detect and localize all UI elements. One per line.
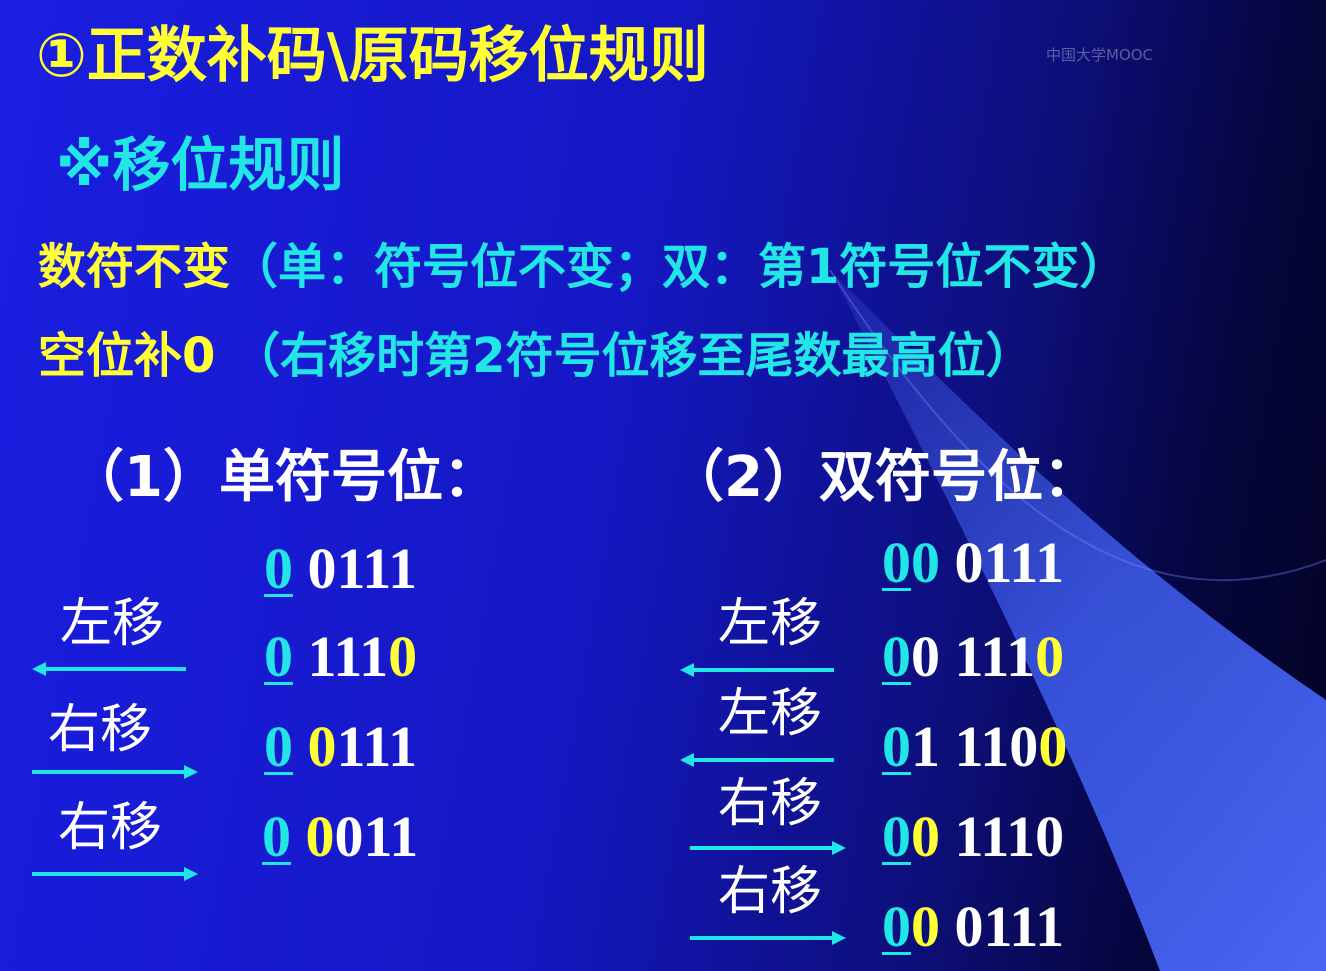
double-op-2-label: 右移 xyxy=(718,774,823,834)
fill-bit: 0 xyxy=(307,714,337,779)
value-bits: 110 xyxy=(954,714,1039,779)
fill-bit: 0 xyxy=(388,624,418,689)
rule-detail: （单：符号位不变；双：第1符号位不变） xyxy=(230,239,1128,295)
single-op-0-label: 左移 xyxy=(60,594,165,654)
rule-detail: （右移时第2符号位移至尾数最高位） xyxy=(232,328,1034,384)
single-op-2-label: 右移 xyxy=(58,798,163,858)
value-bits: 111 xyxy=(307,624,389,689)
sign-bit-2: 0 xyxy=(911,804,940,869)
sign-bit-2: 1 xyxy=(911,714,940,779)
double-row-0: 00 0111 xyxy=(882,534,1064,592)
sign-bit-1: 0 xyxy=(882,714,911,779)
sign-bit-2: 0 xyxy=(911,624,940,689)
right-arrow-icon xyxy=(690,841,846,855)
double-op-1-label: 左移 xyxy=(718,684,823,744)
right-arrow-icon xyxy=(690,931,846,945)
double-row-3: 00 1110 xyxy=(882,808,1064,866)
value-bits: 0111 xyxy=(307,536,418,601)
value-bits: 111 xyxy=(336,714,418,779)
watermark: 中国大学MOOC xyxy=(1046,46,1154,64)
double-row-4: 00 0111 xyxy=(882,898,1064,956)
value-bits: 1110 xyxy=(954,804,1065,869)
fill-bit: 0 xyxy=(305,804,335,869)
double-op-0-label: 左移 xyxy=(718,594,823,654)
left-arrow-icon xyxy=(680,753,834,767)
double-op-3-label: 右移 xyxy=(718,862,823,922)
left-arrow-icon xyxy=(32,662,186,676)
single-row-1: 0 1110 xyxy=(264,628,417,686)
sign-bit-1: 0 xyxy=(882,530,911,595)
right-arrow-icon xyxy=(32,867,198,881)
slide-subtitle: ※移位规则 xyxy=(56,131,345,199)
sign-bit: 0 xyxy=(264,714,293,779)
sign-bit-2: 0 xyxy=(911,894,940,959)
double-row-1: 00 1110 xyxy=(882,628,1064,686)
sign-bit-1: 0 xyxy=(882,894,911,959)
single-row-3: 0 0011 xyxy=(262,808,418,866)
single-op-1-label: 右移 xyxy=(48,700,153,760)
rule-fill-zero: 空位补0 （右移时第2符号位移至尾数最高位） xyxy=(38,332,1034,380)
value-bits: 0111 xyxy=(954,894,1065,959)
right-arrow-icon xyxy=(32,765,198,779)
sign-bit-2: 0 xyxy=(911,530,940,595)
double-row-2: 01 1100 xyxy=(882,718,1067,776)
value-bits: 011 xyxy=(334,804,419,869)
left-arrow-icon xyxy=(680,663,834,677)
rule-label: 空位补0 xyxy=(38,328,216,384)
single-row-0: 0 0111 xyxy=(264,540,417,598)
slide-title: ①正数补码\原码移位规则 xyxy=(36,21,709,91)
rule-sign-unchanged: 数符不变（单：符号位不变；双：第1符号位不变） xyxy=(38,243,1127,291)
fill-bit: 0 xyxy=(1038,714,1068,779)
sign-bit: 0 xyxy=(262,804,291,869)
sign-bit-1: 0 xyxy=(882,804,911,869)
value-bits: 111 xyxy=(954,624,1036,689)
single-sign-heading: （1）单符号位： xyxy=(68,445,499,510)
sign-bit: 0 xyxy=(264,536,293,601)
sign-bit-1: 0 xyxy=(882,624,911,689)
rule-label: 数符不变 xyxy=(38,239,231,295)
sign-bit: 0 xyxy=(264,624,293,689)
double-sign-heading: （2）双符号位： xyxy=(668,445,1099,510)
single-row-2: 0 0111 xyxy=(264,718,417,776)
fill-bit: 0 xyxy=(1035,624,1065,689)
value-bits: 0111 xyxy=(954,530,1065,595)
